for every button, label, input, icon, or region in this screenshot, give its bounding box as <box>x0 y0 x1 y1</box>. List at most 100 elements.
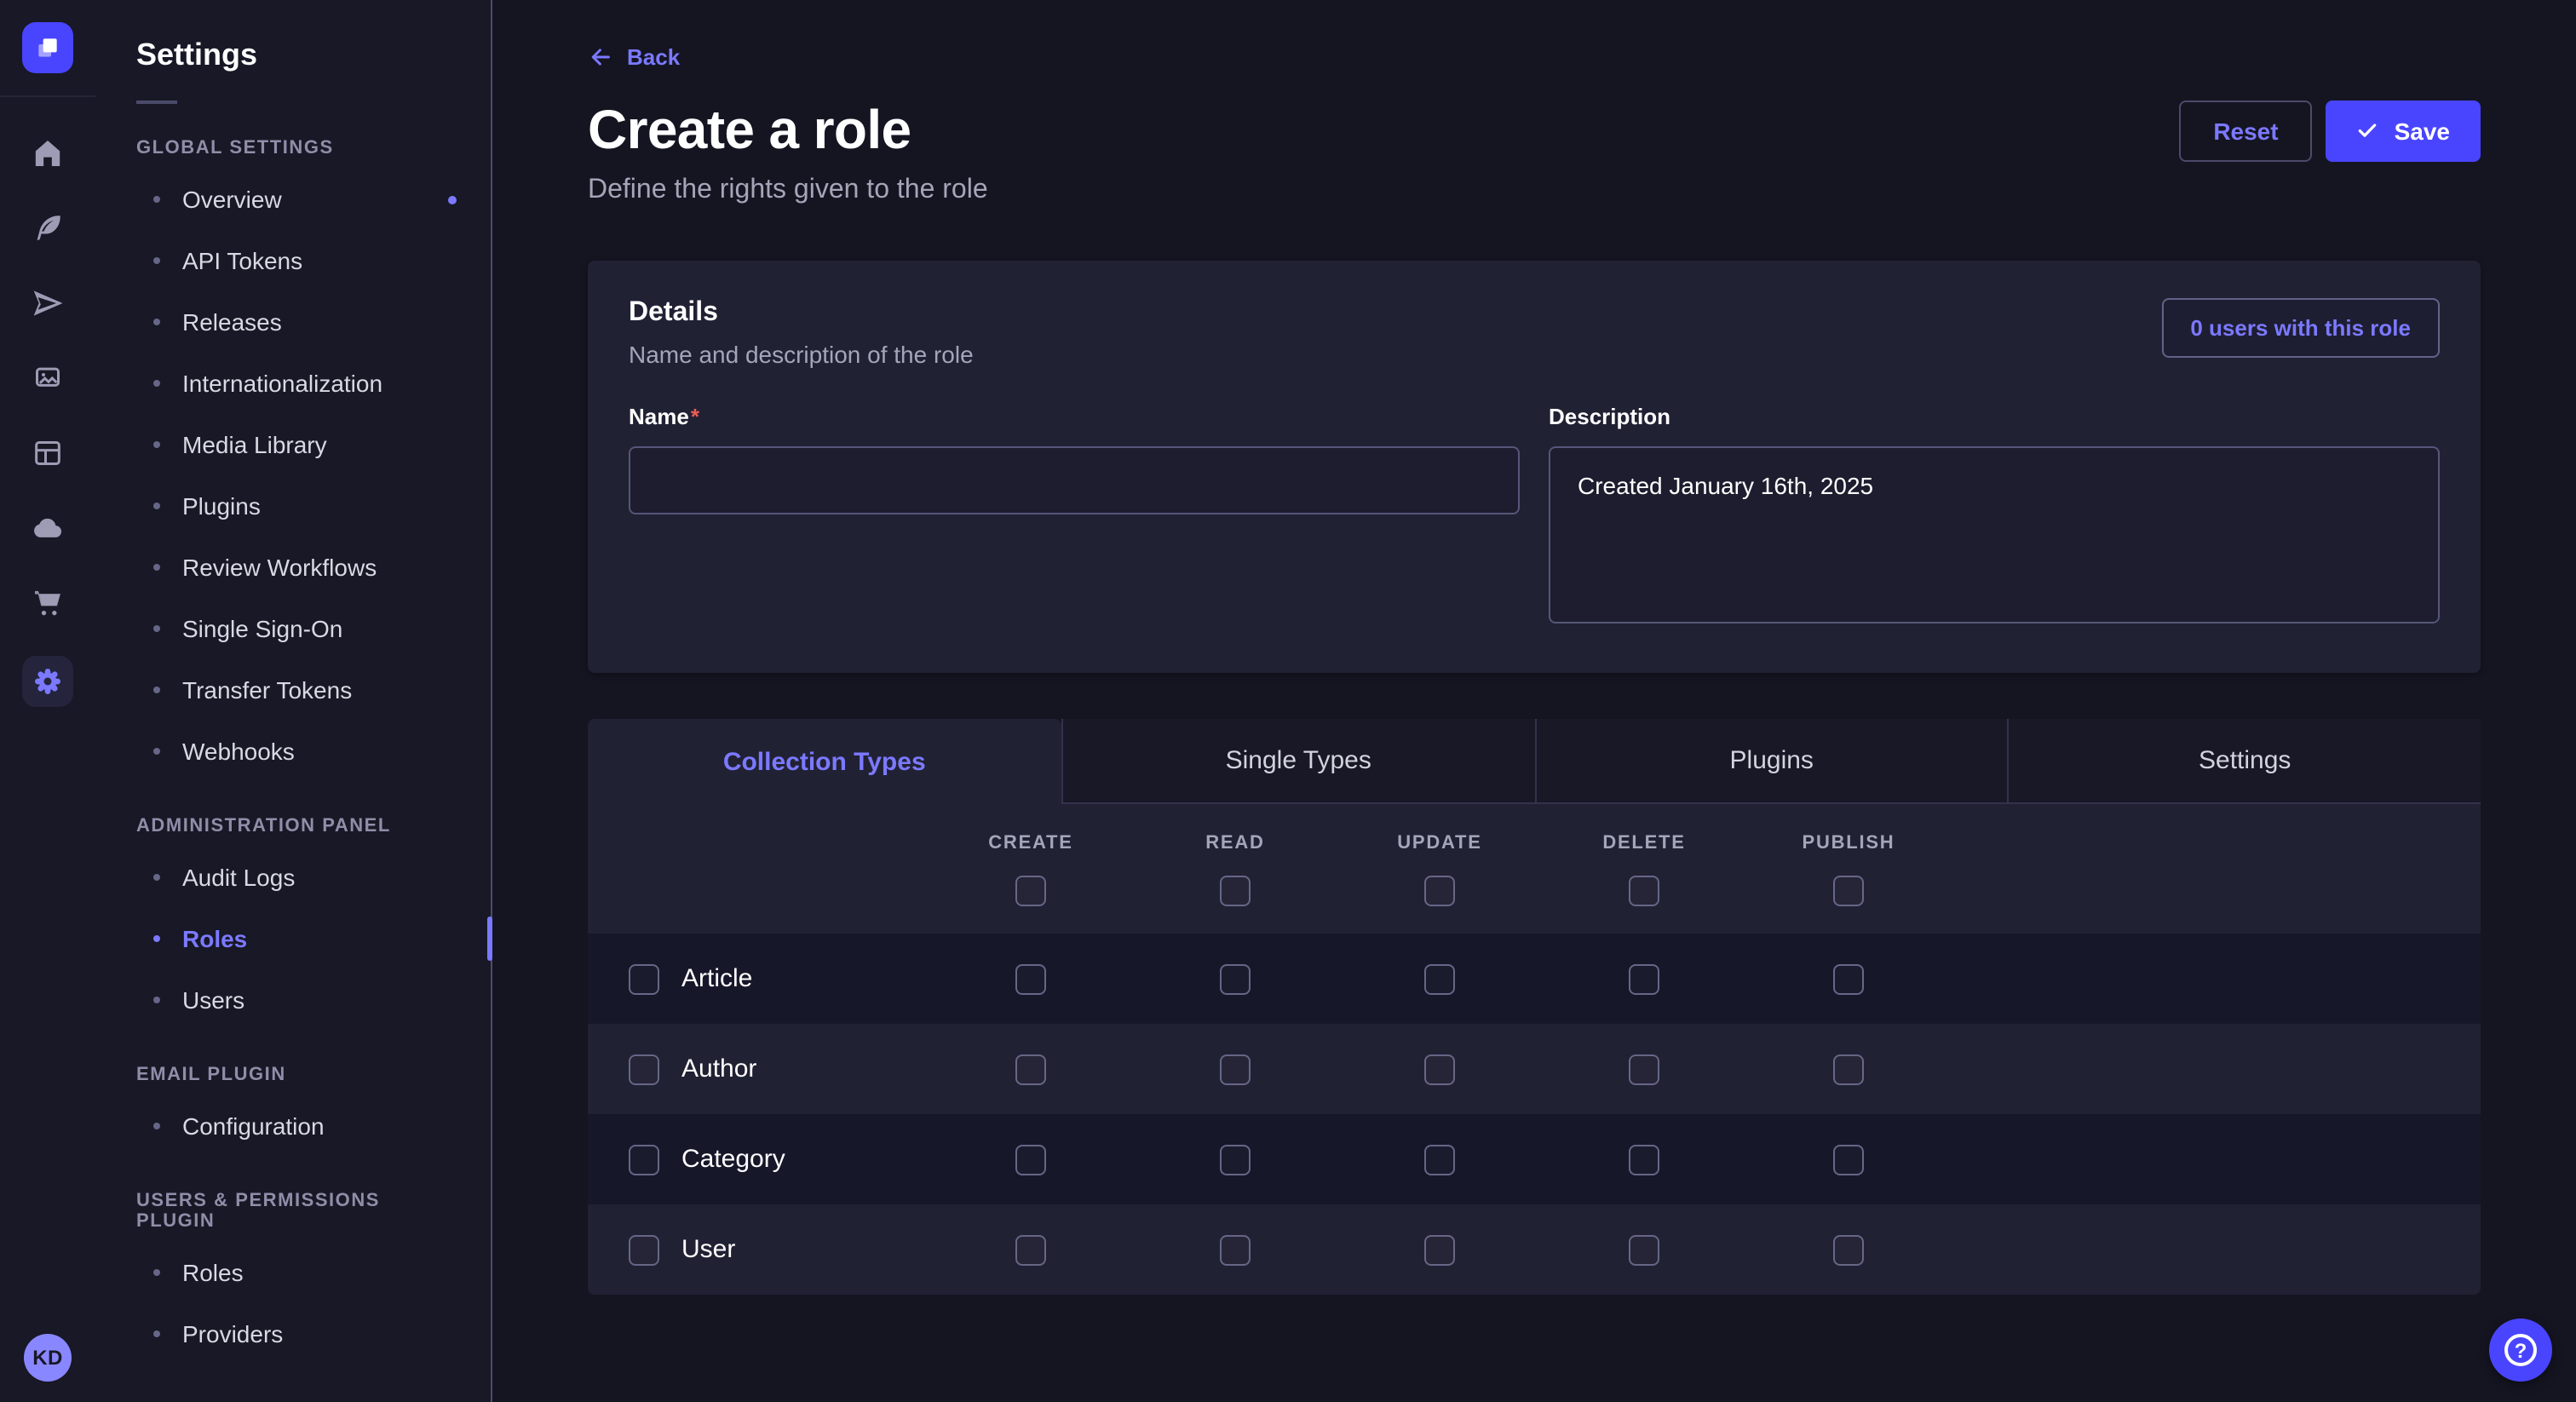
tab-single-types[interactable]: Single Types <box>1061 719 1535 804</box>
article-create-checkbox[interactable] <box>1015 963 1046 994</box>
rail-nav-icons <box>0 97 95 707</box>
user-update-checkbox[interactable] <box>1424 1234 1455 1265</box>
bullet-icon <box>153 874 160 881</box>
notification-dot-icon <box>448 195 457 204</box>
bullet-icon <box>153 1330 160 1337</box>
sidebar-item-label: Review Workflows <box>182 554 377 581</box>
category-create-checkbox[interactable] <box>1015 1144 1046 1175</box>
article-read-checkbox[interactable] <box>1220 963 1251 994</box>
user-publish-checkbox[interactable] <box>1833 1234 1864 1265</box>
row-select-checkbox[interactable] <box>629 1054 659 1084</box>
author-delete-checkbox[interactable] <box>1629 1054 1659 1084</box>
permissions-column-header: DELETE <box>1542 833 1746 906</box>
tab-settings[interactable]: Settings <box>2008 719 2481 804</box>
sidebar-title-divider <box>136 101 177 104</box>
sidebar-item-users[interactable]: Users <box>136 969 463 1031</box>
sidebar-section-label: GLOBAL SETTINGS <box>136 138 463 158</box>
media-library-icon[interactable] <box>22 356 73 399</box>
permissions-column-header: CREATE <box>929 833 1133 906</box>
article-update-checkbox[interactable] <box>1424 963 1455 994</box>
sidebar-item-internationalization[interactable]: Internationalization <box>136 353 463 414</box>
name-input[interactable] <box>629 446 1520 514</box>
sidebar-item-review-workflows[interactable]: Review Workflows <box>136 537 463 598</box>
author-publish-checkbox[interactable] <box>1833 1054 1864 1084</box>
check-icon <box>2357 119 2379 141</box>
author-read-checkbox[interactable] <box>1220 1054 1251 1084</box>
row-select-checkbox[interactable] <box>629 1144 659 1175</box>
user-avatar[interactable]: KD <box>24 1334 72 1382</box>
page-subtitle: Define the rights given to the role <box>588 175 2481 206</box>
permission-cell <box>1133 963 1337 994</box>
settings-gear-icon[interactable] <box>22 656 73 707</box>
sidebar-item-roles[interactable]: Roles <box>136 1242 463 1303</box>
help-button[interactable]: ? <box>2489 1319 2552 1382</box>
permission-cell <box>1746 1144 1951 1175</box>
sidebar-item-label: Internationalization <box>182 370 382 397</box>
details-title: Details <box>629 298 974 329</box>
cloud-icon[interactable] <box>22 506 73 549</box>
select-all-create-checkbox[interactable] <box>1015 876 1046 906</box>
article-publish-checkbox[interactable] <box>1833 963 1864 994</box>
sidebar-item-media-library[interactable]: Media Library <box>136 414 463 475</box>
category-delete-checkbox[interactable] <box>1629 1144 1659 1175</box>
category-read-checkbox[interactable] <box>1220 1144 1251 1175</box>
name-field-group: Name* <box>629 402 1520 632</box>
sidebar-item-plugins[interactable]: Plugins <box>136 475 463 537</box>
content-type-label: User <box>681 1235 735 1264</box>
permissions-header-spacer <box>629 833 929 906</box>
back-link[interactable]: Back <box>588 44 680 70</box>
sidebar-item-releases[interactable]: Releases <box>136 291 463 353</box>
details-card: Details Name and description of the role… <box>588 261 2481 673</box>
nav-rail: KD <box>0 0 95 1402</box>
users-with-role-button[interactable]: 0 users with this role <box>2161 298 2440 358</box>
category-update-checkbox[interactable] <box>1424 1144 1455 1175</box>
user-delete-checkbox[interactable] <box>1629 1234 1659 1265</box>
sidebar-item-single-sign-on[interactable]: Single Sign-On <box>136 598 463 659</box>
author-update-checkbox[interactable] <box>1424 1054 1455 1084</box>
marketplace-cart-icon[interactable] <box>22 581 73 623</box>
user-create-checkbox[interactable] <box>1015 1234 1046 1265</box>
category-publish-checkbox[interactable] <box>1833 1144 1864 1175</box>
sidebar-item-roles[interactable]: Roles <box>136 908 463 969</box>
description-label: Description <box>1549 404 1670 429</box>
select-all-publish-checkbox[interactable] <box>1833 876 1864 906</box>
reset-button[interactable]: Reset <box>2179 100 2312 161</box>
permission-cell <box>1542 1054 1746 1084</box>
permission-cell <box>1746 1054 1951 1084</box>
layout-panel-icon[interactable] <box>22 431 73 474</box>
feather-pen-icon[interactable] <box>22 206 73 249</box>
sidebar-item-api-tokens[interactable]: API Tokens <box>136 230 463 291</box>
bullet-icon <box>153 380 160 387</box>
sidebar-item-transfer-tokens[interactable]: Transfer Tokens <box>136 659 463 721</box>
sidebar-item-providers[interactable]: Providers <box>136 1303 463 1365</box>
sidebar-item-webhooks[interactable]: Webhooks <box>136 721 463 782</box>
author-create-checkbox[interactable] <box>1015 1054 1046 1084</box>
sidebar-section: EMAIL PLUGIN Configuration <box>136 1065 463 1157</box>
sidebar-item-configuration[interactable]: Configuration <box>136 1095 463 1157</box>
permissions-panel: CREATE READ UPDATE DELETE PUBLISH Articl… <box>588 804 2481 1295</box>
sidebar-item-label: Releases <box>182 308 282 336</box>
select-all-delete-checkbox[interactable] <box>1629 876 1659 906</box>
column-header-label: CREATE <box>988 833 1072 853</box>
sidebar-item-overview[interactable]: Overview <box>136 169 463 230</box>
sidebar-item-label: Overview <box>182 186 282 213</box>
column-header-label: READ <box>1205 833 1264 853</box>
row-select-checkbox[interactable] <box>629 1234 659 1265</box>
save-button[interactable]: Save <box>2326 100 2481 161</box>
user-read-checkbox[interactable] <box>1220 1234 1251 1265</box>
bullet-icon <box>153 1269 160 1276</box>
select-all-update-checkbox[interactable] <box>1424 876 1455 906</box>
tab-collection-types[interactable]: Collection Types <box>588 719 1061 804</box>
permissions-row-author: Author <box>588 1024 2481 1114</box>
tab-plugins[interactable]: Plugins <box>1534 719 2008 804</box>
strapi-logo-icon[interactable] <box>22 22 73 73</box>
paper-plane-icon[interactable] <box>22 281 73 324</box>
permissions-column-header: READ <box>1133 833 1337 906</box>
select-all-read-checkbox[interactable] <box>1220 876 1251 906</box>
row-select-checkbox[interactable] <box>629 963 659 994</box>
permissions-column-header: PUBLISH <box>1746 833 1951 906</box>
description-textarea[interactable]: Created January 16th, 2025 <box>1549 446 2440 623</box>
home-icon[interactable] <box>22 131 73 174</box>
sidebar-item-audit-logs[interactable]: Audit Logs <box>136 847 463 908</box>
article-delete-checkbox[interactable] <box>1629 963 1659 994</box>
